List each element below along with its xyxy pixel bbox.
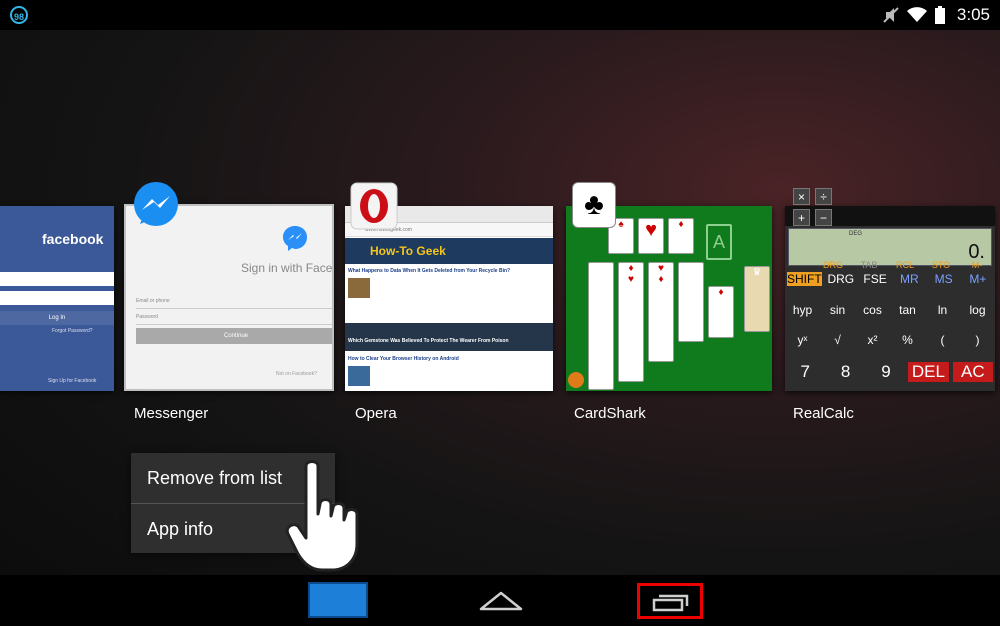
calc-key: DRG [823,260,843,270]
home-button[interactable] [308,582,368,618]
calc-key: FSE [863,272,887,286]
recent-app-card-messenger[interactable]: Sign in with Faceb Email or phone Passwo… [124,204,334,391]
card-column: ♦ ♥ [618,262,644,382]
plus-icon: + [793,209,810,226]
card-column: ♣ [678,262,704,342]
minus-icon: − [815,209,832,226]
playing-card: ♥ [638,218,664,254]
notification-badge[interactable]: 98 [10,6,28,24]
card-column: ♠ ♣ ♠ [588,262,614,390]
facebook-login-button: Log In [0,311,114,325]
calc-key: 7 [800,362,810,381]
back-button-icon[interactable] [477,587,525,613]
opera-site-title: How-To Geek [370,244,446,258]
realcalc-row: hyp sin cos tan ln log [785,303,995,317]
calc-key: 9 [881,362,891,381]
opera-dark-banner [345,323,553,351]
calc-key: x² [867,333,878,347]
facebook-logo: facebook [42,231,104,247]
recent-apps-button[interactable] [637,583,703,619]
cardshark-app-icon: ♣ [572,182,616,228]
messenger-email-field: Email or phone [136,294,332,309]
realcalc-row: yˣ √ x² % ( ) [785,333,995,347]
mute-icon [883,7,899,23]
calc-key: % [902,333,913,347]
playing-card: ♦ [668,218,694,254]
recent-app-label-messenger: Messenger [134,405,209,422]
pointing-hand-icon [285,460,359,572]
face-card: ♛ [744,266,770,332]
calc-key: TAB [860,260,878,270]
calc-key: 8 [840,362,851,381]
opera-headline: Which Gemstone Was Believed To Protect T… [348,338,509,344]
facebook-forgot-link: Forgot Password? [52,328,93,334]
recent-app-label-realcalc: RealCalc [793,405,854,422]
calc-key: ) [975,333,980,347]
calc-key: tan [899,303,916,317]
recent-app-card-opera[interactable]: www.howtogeek.com How-To Geek What Happe… [345,206,553,391]
calc-key: STO [931,260,951,270]
multiply-icon: × [793,188,810,205]
calc-key: sin [829,303,846,317]
opera-headline: What Happens to Data When It Gets Delete… [348,268,511,274]
calc-key: √ [834,333,841,347]
status-bar: 98 3:05 [0,0,1000,30]
facebook-email-field [0,272,114,286]
status-icons: 3:05 [883,5,990,25]
clock: 3:05 [956,5,990,24]
calc-key: RCL [895,260,914,270]
recent-app-card-realcalc[interactable]: DEG 0. DRG TAB RCL STO M- SHIFT DRG FSE … [785,206,995,391]
realcalc-row: SHIFT DRG FSE MR MS M+ [785,272,995,286]
messenger-password-field: Password [136,310,332,325]
angle-mode: DEG [849,231,863,237]
calc-key: cos [863,303,882,317]
recent-app-label-opera: Opera [355,405,397,422]
recent-app-card-facebook[interactable]: facebook Log In Forgot Password? Sign Up… [0,206,114,391]
realcalc-row: 7 8 9 DEL AC [785,362,995,382]
facebook-signup-link: Sign Up for Facebook [48,378,97,384]
messenger-footer: Not on Facebook? [276,371,317,377]
shift-key: SHIFT [787,272,822,286]
foundation-slot: A [706,224,732,260]
card-column: ♦ [708,286,734,338]
divide-icon: ÷ [815,188,832,205]
recent-app-label-cardshark: CardShark [574,405,646,422]
calc-key: DRG [827,272,855,286]
calc-key: ln [937,303,948,317]
calc-key: MR [900,272,919,286]
card-column: ♥ ♦ [648,262,674,362]
messenger-signin-heading: Sign in with Faceb [241,261,334,275]
recent-app-card-cardshark[interactable]: ♠ ♥ ♦ A ♠ ♣ ♠ ♦ ♥ ♥ ♦ ♣ ♦ ♛ [566,206,772,391]
recent-apps-icon [652,594,689,612]
facebook-password-field [0,291,114,305]
calc-key: MS [934,272,953,286]
messenger-logo-icon [283,226,307,251]
cardshark-menu-icon [568,372,584,388]
opera-app-icon [350,182,398,230]
messenger-app-icon [134,182,178,226]
calc-key: ( [940,333,945,347]
realcalc-row: DRG TAB RCL STO M- [785,260,995,270]
battery-icon [934,6,945,24]
opera-thumbnail [348,366,370,386]
calc-key: M+ [969,272,987,286]
wifi-icon [906,7,927,22]
messenger-continue-button: Continue [136,328,332,344]
calc-key: yˣ [797,333,808,347]
calc-key: log [969,303,986,317]
ac-key: AC [952,362,994,382]
calc-key: hyp [792,303,813,317]
calc-key: M- [971,260,983,270]
opera-headline: How to Clear Your Browser History on And… [348,356,459,362]
opera-thumbnail [348,278,370,298]
del-key: DEL [908,362,949,382]
